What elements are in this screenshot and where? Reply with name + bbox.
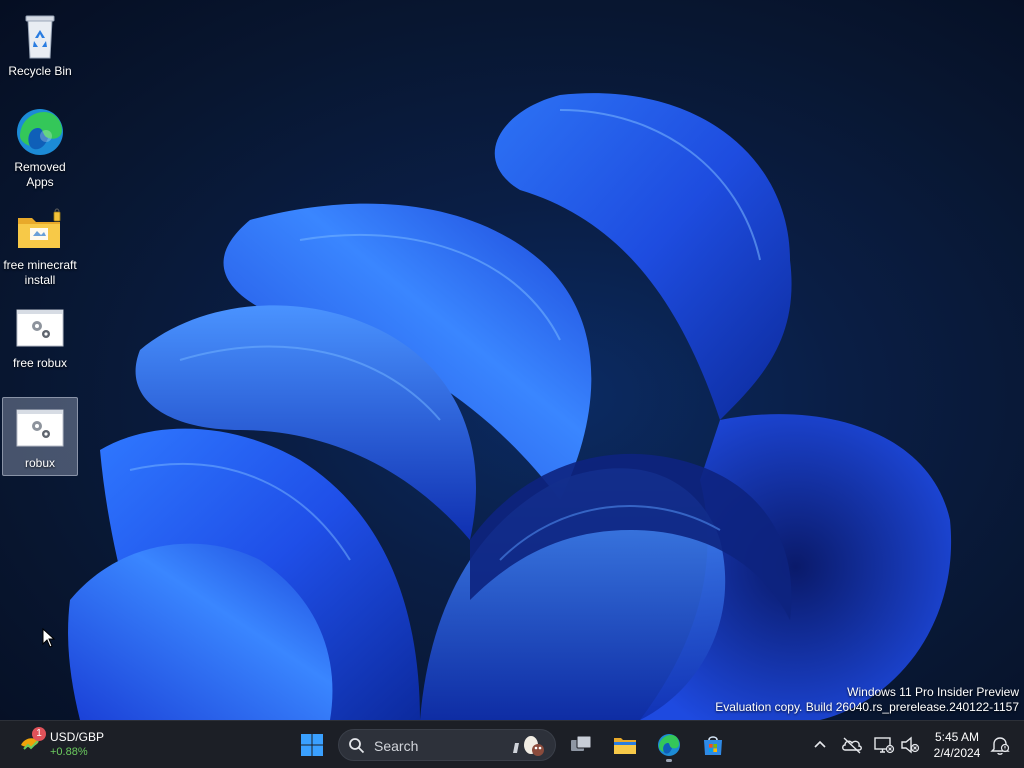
file-explorer-icon: [614, 738, 636, 754]
edge-icon: [658, 734, 680, 756]
watermark-build: Evaluation copy. Build 26040.rs_prerelea…: [715, 700, 1019, 714]
desktop-icon-label: free robux: [12, 356, 68, 370]
start-button[interactable]: [294, 727, 330, 763]
running-indicator: [666, 759, 672, 762]
executable-settings-icon: [16, 309, 64, 347]
desktop-icon-robux[interactable]: robux: [2, 397, 78, 476]
widget-change: +0.88%: [50, 746, 88, 758]
wallpaper-bloom: [68, 93, 952, 720]
onedrive-offline-icon: [842, 737, 862, 754]
edge-taskbar-button[interactable]: [651, 727, 687, 763]
search-placeholder: Search: [374, 738, 419, 754]
clock-button[interactable]: 5:45 AM 2/4/2024: [926, 729, 988, 761]
taskbar: 1 USD/GBP +0.88% Search 5:45 AM 2/4/2024: [0, 720, 1024, 768]
chevron-up-icon: [814, 740, 826, 748]
windows-start-icon: [301, 734, 323, 756]
volume-tray-button[interactable]: [898, 733, 922, 757]
desktop-icon-free-robux[interactable]: free robux: [2, 298, 78, 375]
desktop[interactable]: Recycle Bin Removed Apps free minecraft …: [0, 0, 1024, 720]
file-explorer-button[interactable]: [607, 727, 643, 763]
microsoft-store-icon: [704, 736, 722, 755]
widgets-button[interactable]: 1 USD/GBP +0.88%: [14, 727, 114, 763]
executable-settings-icon: [16, 409, 64, 447]
task-view-icon: [571, 735, 592, 751]
volume-muted-icon: [901, 736, 920, 754]
notification-badge: 1: [32, 727, 46, 741]
notification-bell-icon: [990, 737, 1010, 755]
folder-icon: [18, 208, 61, 248]
widget-ticker: USD/GBP: [50, 730, 105, 744]
onedrive-tray-button[interactable]: [840, 733, 864, 757]
network-tray-button[interactable]: [872, 733, 896, 757]
task-view-button[interactable]: [563, 727, 599, 763]
show-hidden-icons-button[interactable]: [808, 733, 832, 757]
clock-date: 2/4/2024: [933, 746, 981, 760]
edge-icon: [17, 109, 63, 155]
mouse-cursor-icon: [42, 628, 56, 648]
network-disconnected-icon: [874, 737, 895, 754]
desktop-icon-label: robux: [24, 456, 56, 470]
desktop-icon-removed-apps[interactable]: Removed Apps: [2, 102, 78, 194]
evaluation-watermark: Windows 11 Pro Insider Preview Evaluatio…: [715, 685, 1019, 715]
desktop-icon-label: free minecraft install: [3, 258, 77, 287]
desktop-icon-label: Recycle Bin: [8, 64, 72, 78]
desktop-icon-recycle-bin[interactable]: Recycle Bin: [2, 6, 78, 83]
desktop-icon-free-minecraft-install[interactable]: free minecraft install: [2, 200, 78, 292]
recycle-bin-icon: [25, 15, 55, 59]
watermark-edition: Windows 11 Pro Insider Preview: [847, 685, 1019, 699]
microsoft-store-button[interactable]: [695, 727, 731, 763]
clock-time: 5:45 AM: [934, 730, 980, 744]
notifications-button[interactable]: [988, 733, 1012, 757]
desktop-icon-label: Removed Apps: [14, 160, 66, 189]
taskbar-search-box[interactable]: Search: [338, 729, 556, 761]
search-icon: [349, 738, 365, 754]
search-highlight-icon: [513, 736, 544, 756]
